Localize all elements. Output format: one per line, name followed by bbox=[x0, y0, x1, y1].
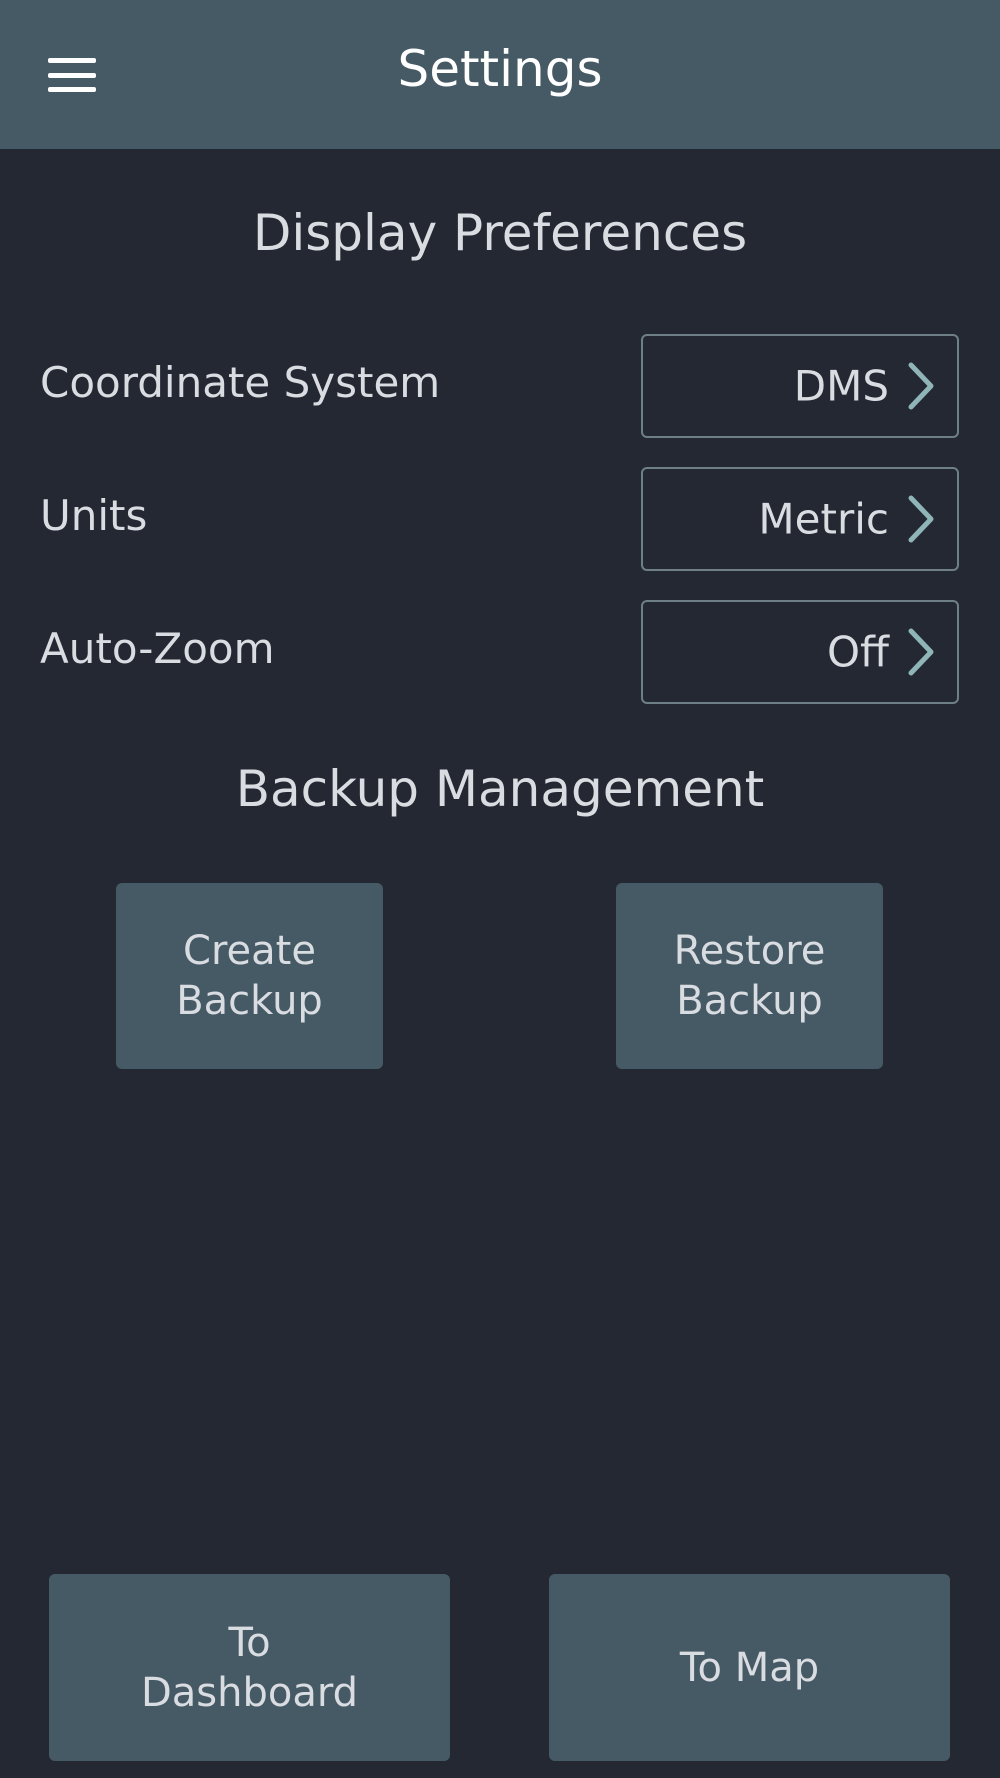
page-title: Settings bbox=[397, 40, 603, 98]
coordinate-system-label: Coordinate System bbox=[40, 358, 441, 407]
auto-zoom-label: Auto-Zoom bbox=[40, 624, 275, 673]
to-map-button[interactable]: To Map bbox=[549, 1574, 950, 1761]
chevron-right-icon bbox=[908, 628, 934, 676]
auto-zoom-select[interactable]: Off bbox=[641, 600, 959, 704]
chevron-right-icon bbox=[908, 362, 934, 410]
units-label: Units bbox=[40, 491, 148, 540]
display-preferences-heading: Display Preferences bbox=[252, 204, 748, 262]
chevron-right-icon bbox=[908, 495, 934, 543]
backup-management-heading: Backup Management bbox=[235, 760, 765, 818]
auto-zoom-value: Off bbox=[827, 627, 889, 677]
units-select[interactable]: Metric bbox=[641, 467, 959, 571]
units-value: Metric bbox=[758, 494, 889, 544]
coordinate-system-select[interactable]: DMS bbox=[641, 334, 959, 438]
create-backup-button[interactable]: Create Backup bbox=[116, 883, 383, 1069]
coordinate-system-value: DMS bbox=[793, 361, 889, 411]
app-bar: Settings bbox=[0, 0, 1000, 149]
restore-backup-button[interactable]: Restore Backup bbox=[616, 883, 883, 1069]
to-dashboard-button[interactable]: To Dashboard bbox=[49, 1574, 450, 1761]
